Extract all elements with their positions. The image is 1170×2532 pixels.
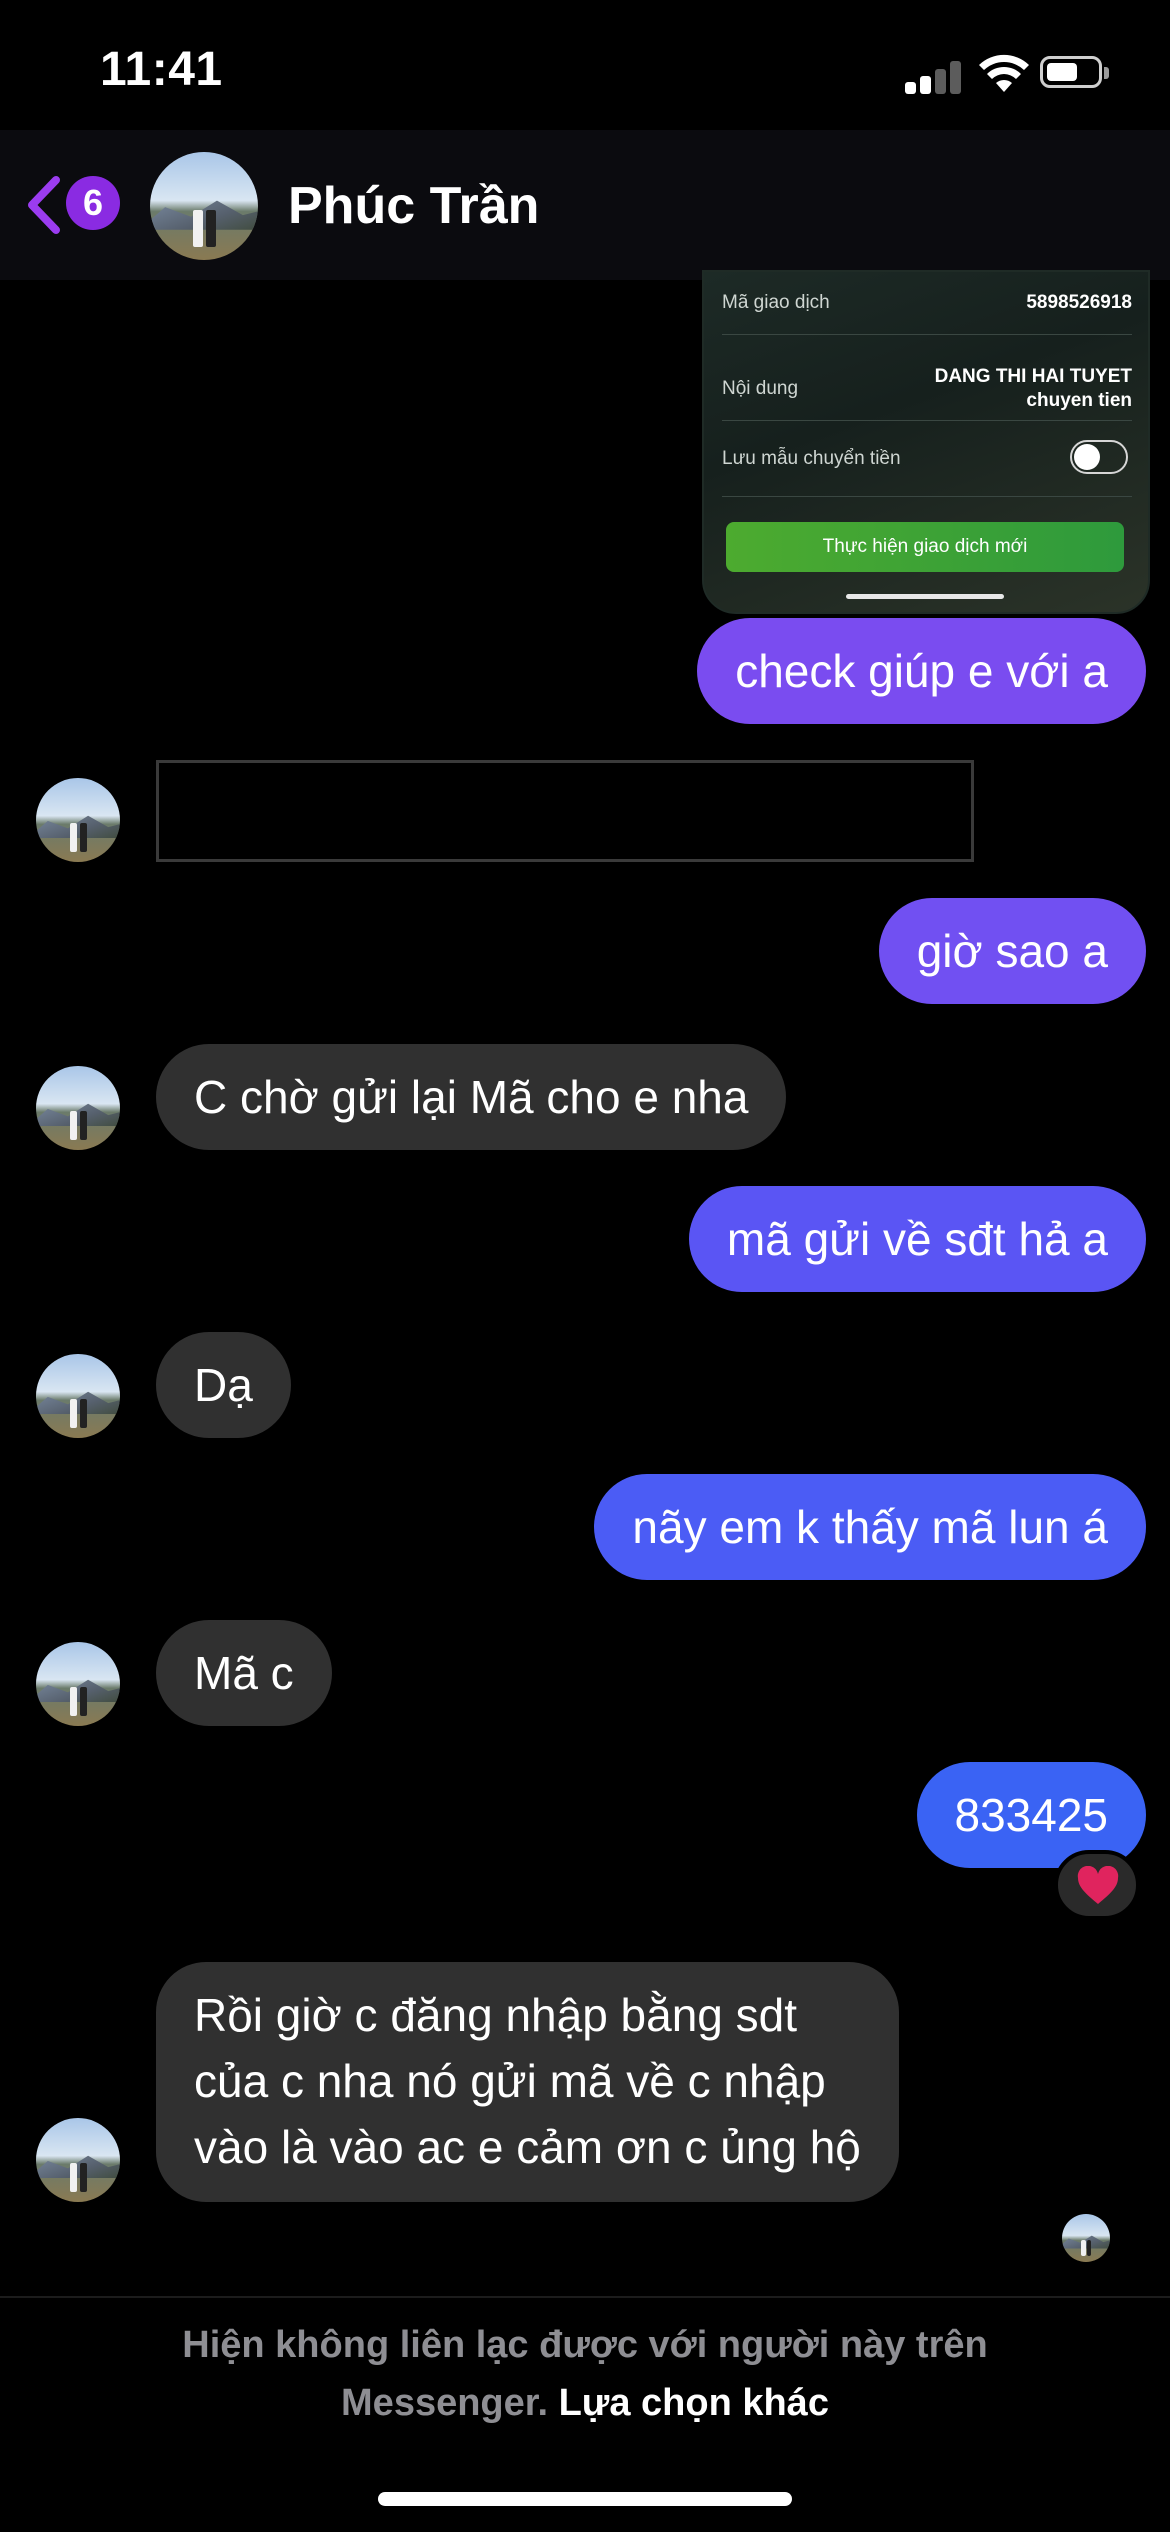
message-line: vào là vào ac e cảm ơn c ủng hộ <box>194 2121 861 2173</box>
other-options-link[interactable]: Lựa chọn khác <box>559 2382 829 2424</box>
receipt-value-transaction-id: 5898526918 <box>1026 292 1132 313</box>
cellular-signal-icon <box>905 60 963 94</box>
message-line: Rồi giờ c đăng nhập bằng sdt <box>194 1989 798 2041</box>
unavailable-attachment[interactable] <box>156 760 974 862</box>
receipt-home-indicator <box>846 594 1004 599</box>
incoming-message[interactable]: Mã c <box>156 1620 332 1726</box>
receipt-value-content-line2: chuyen tien <box>1026 390 1132 411</box>
sender-avatar[interactable] <box>36 778 120 862</box>
receipt-value-content-line1: DANG THI HAI TUYET <box>934 366 1132 387</box>
contact-name[interactable]: Phúc Trần <box>288 176 539 236</box>
chevron-left-icon[interactable] <box>24 174 64 236</box>
incoming-message-multiline[interactable]: Rồi giờ c đăng nhập bằng sdt của c nha n… <box>156 1962 899 2202</box>
sender-avatar[interactable] <box>36 1642 120 1726</box>
wifi-icon <box>979 54 1029 92</box>
sender-avatar[interactable] <box>36 1354 120 1438</box>
notice-line1: Hiện không liên lạc được với người này t… <box>182 2324 988 2366</box>
outgoing-message[interactable]: nãy em k thấy mã lun á <box>594 1474 1146 1580</box>
status-time: 11:41 <box>100 43 223 96</box>
heart-icon <box>1077 1866 1119 1904</box>
receipt-label-transaction-id: Mã giao dịch <box>722 292 830 313</box>
unavailable-notice: Hiện không liên lạc được với người này t… <box>0 2316 1170 2432</box>
new-transaction-button: Thực hiện giao dịch mới <box>726 522 1124 572</box>
home-indicator <box>378 2492 792 2506</box>
unread-count-badge[interactable]: 6 <box>66 176 120 230</box>
receipt-label-content: Nội dung <box>722 378 799 399</box>
save-template-toggle <box>1070 440 1128 474</box>
battery-icon <box>1040 56 1110 90</box>
notice-line2: Messenger. <box>341 2382 549 2424</box>
message-line: của c nha nó gửi mã về c nhập <box>194 2055 826 2107</box>
conversation-header: 6 Phúc Trần <box>0 130 1170 280</box>
message-reaction[interactable] <box>1054 1850 1140 1920</box>
footer-divider <box>0 2296 1170 2298</box>
contact-avatar[interactable] <box>150 152 258 260</box>
incoming-message[interactable]: C chờ gửi lại Mã cho e nha <box>156 1044 787 1150</box>
incoming-message[interactable]: Dạ <box>156 1332 291 1438</box>
read-receipt-avatar <box>1062 2214 1110 2262</box>
shared-image-transfer-receipt[interactable]: Mã giao dịch 5898526918 Nội dung DANG TH… <box>702 270 1150 614</box>
outgoing-message[interactable]: mã gửi về sđt hả a <box>688 1186 1146 1292</box>
sender-avatar[interactable] <box>36 1066 120 1150</box>
outgoing-message[interactable]: giờ sao a <box>878 898 1146 1004</box>
sender-avatar[interactable] <box>36 2118 120 2202</box>
outgoing-message[interactable]: check giúp e với a <box>697 618 1146 724</box>
